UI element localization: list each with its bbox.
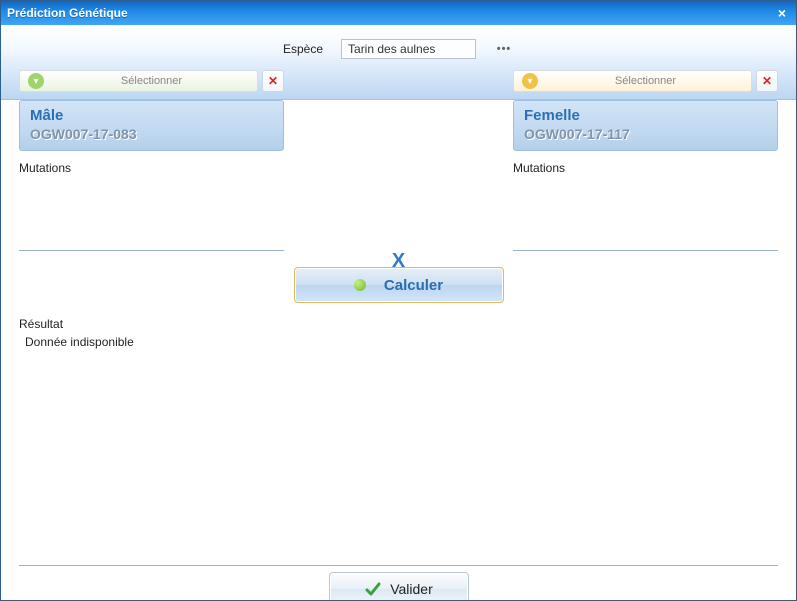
pair-columns: ▾ Sélectionner ✕ ▾ Sélectionner [19,67,778,99]
species-row: Espèce ••• [1,25,796,59]
male-card: Mâle OGW007-17-083 [19,100,284,151]
window-title: Prédiction Génétique [7,6,774,20]
arrow-down-icon: ▾ [522,73,538,89]
footer: Valider [19,566,778,601]
female-card: Femelle OGW007-17-117 [513,100,778,151]
check-icon [364,580,382,598]
close-icon[interactable]: × [774,5,790,21]
male-clear-button[interactable]: ✕ [262,70,284,92]
arrow-down-icon: ▾ [28,73,44,89]
female-mutations-label: Mutations [513,161,778,175]
female-mutations-area [513,179,778,251]
male-select-button[interactable]: ▾ Sélectionner [19,70,258,92]
species-browse-button[interactable]: ••• [494,39,514,59]
clear-icon: ✕ [268,74,278,88]
female-selector-row: ▾ Sélectionner ✕ [513,69,778,93]
female-select-label: Sélectionner [548,75,743,87]
male-code: OGW007-17-083 [30,126,273,142]
calc-dot-icon [354,279,366,291]
result-value: Donnée indisponible [19,335,778,349]
female-clear-button[interactable]: ✕ [756,70,778,92]
validate-button[interactable]: Valider [329,572,469,601]
titlebar: Prédiction Génétique × [1,1,796,25]
female-title: Femelle [524,107,767,124]
female-select-button[interactable]: ▾ Sélectionner [513,70,752,92]
female-code: OGW007-17-117 [524,126,767,142]
male-title: Mâle [30,107,273,124]
pair-card-row: Mâle OGW007-17-083 Mutations X Femelle O… [19,100,778,251]
species-input[interactable] [341,39,476,59]
validate-label: Valider [390,581,433,597]
result-label: Résultat [19,317,778,331]
species-label: Espèce [283,42,323,56]
male-select-label: Sélectionner [54,75,249,87]
calculate-label: Calculer [384,277,443,294]
male-card-col: Mâle OGW007-17-083 Mutations [19,100,284,251]
male-column: ▾ Sélectionner ✕ [19,67,284,99]
header-band: Espèce ••• ▾ Sélectionner ✕ [1,25,796,100]
female-column: ▾ Sélectionner ✕ [513,67,778,99]
male-selector-row: ▾ Sélectionner ✕ [19,69,284,93]
window-root: Prédiction Génétique × Espèce ••• ▾ Séle… [0,0,797,601]
clear-icon: ✕ [762,74,772,88]
female-card-col: Femelle OGW007-17-117 Mutations [513,100,778,251]
cross-icon: X [392,250,405,273]
male-mutations-label: Mutations [19,161,284,175]
male-mutations-area [19,179,284,251]
